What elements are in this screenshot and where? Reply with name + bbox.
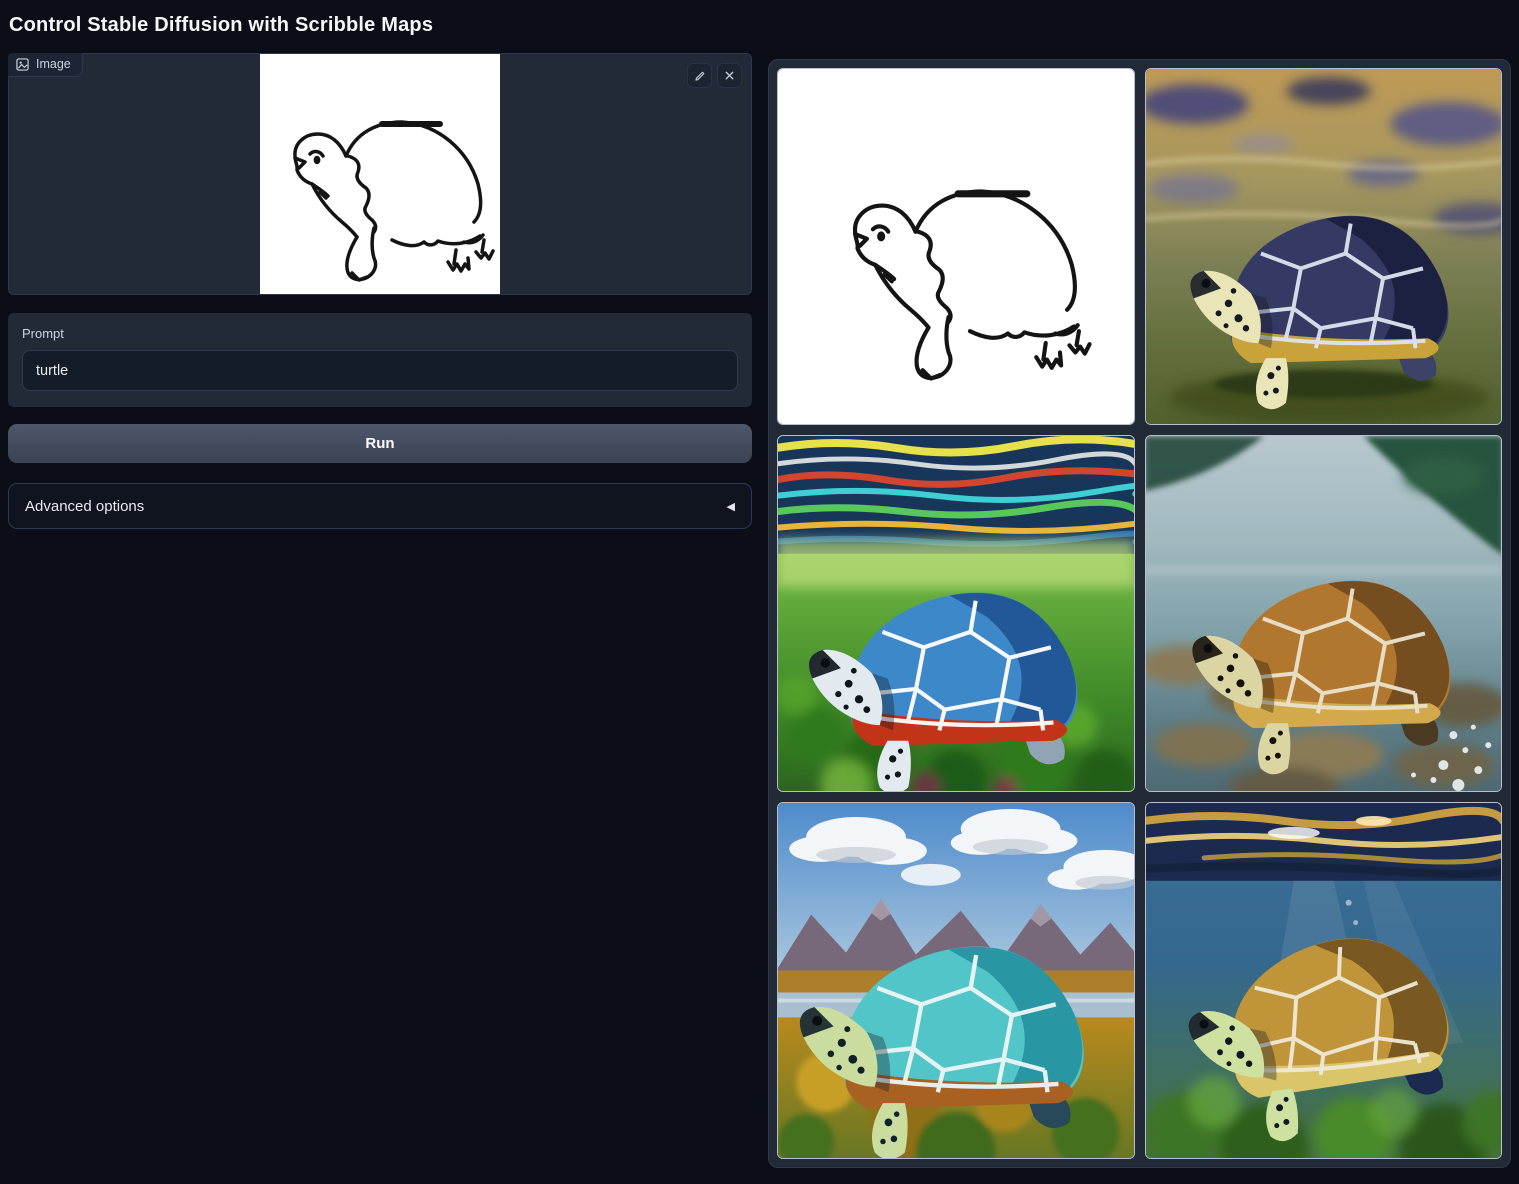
- gallery-item-4[interactable]: [1145, 435, 1503, 792]
- input-image-preview[interactable]: [260, 54, 500, 294]
- gallery-item-6[interactable]: [1145, 802, 1503, 1159]
- turtle-photo-mountain-lake: [778, 803, 1134, 1158]
- turtle-photo-underwater: [1146, 803, 1502, 1158]
- clear-image-button[interactable]: [717, 63, 742, 88]
- image-label-badge: Image: [8, 53, 83, 77]
- turtle-photo-golden-water: [1146, 69, 1502, 424]
- gallery-item-1[interactable]: [777, 68, 1135, 425]
- page-title: Control Stable Diffusion with Scribble M…: [9, 14, 1511, 37]
- run-button[interactable]: Run: [8, 424, 752, 463]
- image-icon: [16, 58, 29, 71]
- app-page: Control Stable Diffusion with Scribble M…: [0, 0, 1519, 1168]
- scribble-drawing: [260, 54, 500, 294]
- pencil-icon: [693, 69, 707, 83]
- image-input-panel: Image: [8, 53, 752, 295]
- prompt-panel: Prompt: [8, 313, 752, 407]
- turtle-painting-blue-shell: [778, 436, 1134, 791]
- prompt-label: Prompt: [22, 326, 738, 341]
- advanced-options-accordion[interactable]: Advanced options ◀: [8, 483, 752, 529]
- advanced-options-label: Advanced options: [25, 498, 144, 515]
- gallery-item-2[interactable]: [1145, 68, 1503, 425]
- image-actions: [687, 63, 742, 88]
- prompt-input[interactable]: [22, 350, 738, 391]
- scribble-result: [778, 69, 1134, 424]
- close-icon: [723, 69, 736, 82]
- image-label: Image: [36, 57, 71, 71]
- turtle-photo-clear-water: [1146, 436, 1502, 791]
- gallery-item-3[interactable]: [777, 435, 1135, 792]
- input-column: Image Prompt: [8, 53, 752, 529]
- edit-image-button[interactable]: [687, 63, 712, 88]
- gallery-item-5[interactable]: [777, 802, 1135, 1159]
- chevron-left-icon: ◀: [727, 500, 735, 513]
- output-gallery: [768, 59, 1511, 1168]
